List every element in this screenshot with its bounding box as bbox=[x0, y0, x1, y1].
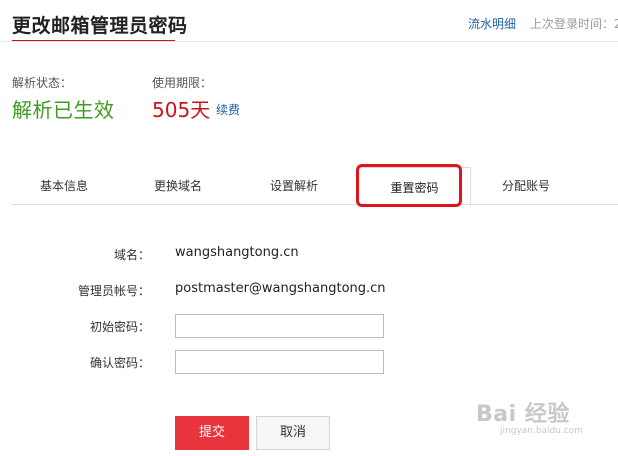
admin-account-label: 管理员帐号： bbox=[77, 284, 150, 298]
watermark-logo: Bai 经验 bbox=[476, 402, 570, 427]
expiry-label: 使用期限： bbox=[152, 76, 213, 90]
initial-password-input[interactable] bbox=[175, 314, 384, 338]
tab-basic-info[interactable]: 基本信息 bbox=[40, 177, 88, 194]
renew-link[interactable]: 续费 bbox=[216, 101, 240, 118]
domain-value: wangshangtong.cn bbox=[175, 245, 299, 260]
tab-bar: 基本信息 更换域名 设置解析 重置密码 分配账号 bbox=[0, 167, 618, 205]
tab-dns-settings[interactable]: 设置解析 bbox=[270, 177, 318, 194]
cancel-button[interactable]: 取消 bbox=[256, 416, 330, 450]
tab-assign-account[interactable]: 分配账号 bbox=[502, 177, 550, 194]
initial-password-label: 初始密码： bbox=[89, 320, 150, 334]
tab-divider bbox=[12, 204, 618, 205]
domain-label: 域名： bbox=[113, 248, 150, 262]
parse-status-label: 解析状态： bbox=[12, 76, 73, 90]
confirm-password-input[interactable] bbox=[175, 350, 384, 374]
confirm-password-label: 确认密码： bbox=[89, 356, 150, 370]
admin-account-value: postmaster@wangshangtong.cn bbox=[175, 281, 386, 296]
submit-button[interactable]: 提交 bbox=[175, 416, 249, 450]
last-login-time: 上次登录时间：2 bbox=[530, 17, 618, 31]
flow-details-link[interactable]: 流水明细 bbox=[468, 15, 516, 32]
header-divider bbox=[0, 41, 618, 42]
highlight-annotation bbox=[356, 164, 462, 207]
page-title: 更改邮箱管理员密码 bbox=[12, 15, 188, 37]
watermark-url: jingyan.baidu.com bbox=[500, 426, 584, 436]
baidu-watermark: Bai 经验 jingyan.baidu.com bbox=[476, 396, 583, 436]
parse-status-value: 解析已生效 bbox=[12, 98, 115, 122]
expiry-value: 505天 bbox=[152, 98, 211, 122]
tab-change-domain[interactable]: 更换域名 bbox=[154, 177, 202, 194]
